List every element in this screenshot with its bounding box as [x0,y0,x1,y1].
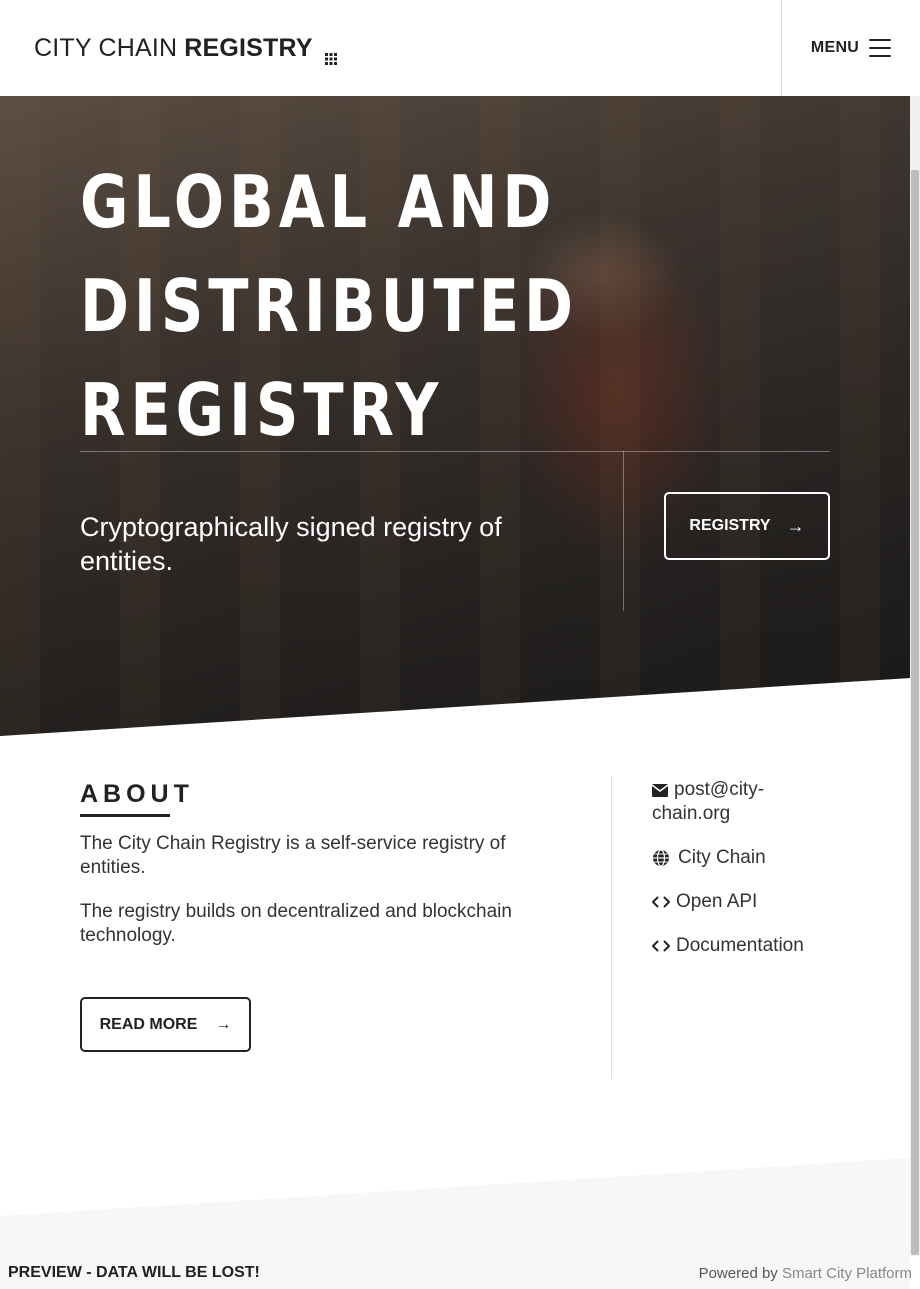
about-heading-underline [80,814,170,817]
about-paragraph: The City Chain Registry is a self-servic… [80,833,506,878]
envelope-icon [652,778,674,802]
registry-button-label: REGISTRY [689,517,771,534]
brand-name-bold: REGISTRY [184,34,313,62]
hero-title-line: GLOBAL AND [80,160,557,244]
hero-divider-vertical [623,451,624,611]
hero-title: GLOBAL AND DISTRIBUTED REGISTRY [80,150,578,462]
city-chain-link[interactable]: City Chain [652,846,832,870]
brand-logo[interactable]: CITY CHAIN REGISTRY [34,34,337,65]
menu-label: MENU [810,39,860,56]
powered-by: Powered by Smart City Platform [699,1265,912,1282]
registry-button[interactable]: REGISTRY → [664,492,830,560]
city-chain-text: City Chain [678,847,766,868]
hamburger-icon [869,39,892,57]
globe-icon [652,846,674,870]
menu-button[interactable]: MENU [781,0,920,96]
open-api-link[interactable]: Open API [652,890,832,914]
code-icon [652,890,674,914]
read-more-button[interactable]: READ MORE → [80,997,251,1052]
platform-link[interactable]: Smart City Platform [782,1265,912,1282]
about-heading: ABOUT [80,780,194,808]
brand-name-light: CITY CHAIN [34,34,178,62]
grid-icon [324,43,337,65]
contact-links: post@city-chain.org City Chain Open API … [652,778,832,978]
about-paragraph: The registry builds on decentralized and… [80,901,512,946]
powered-by-text: Powered by [698,1265,778,1282]
hero-title-line: REGISTRY [80,368,444,452]
preview-warning: PREVIEW - DATA WILL BE LOST! [8,1264,260,1281]
site-header: CITY CHAIN REGISTRY MENU [0,0,920,96]
documentation-text: Documentation [676,935,804,956]
about-divider [611,776,612,1079]
arrow-right-icon: → [786,515,805,536]
hero-subtitle: Cryptographically signed registry of ent… [80,512,502,576]
documentation-link[interactable]: Documentation [652,934,832,958]
email-link[interactable]: post@city-chain.org [652,778,832,826]
hero-title-line: DISTRIBUTED [80,264,578,348]
read-more-label: READ MORE [99,1015,198,1033]
code-icon [652,934,674,958]
scrollbar-thumb[interactable] [911,170,919,1255]
open-api-text: Open API [676,891,758,912]
arrow-right-icon: → [215,1015,232,1033]
hero-divider-horizontal [80,451,830,452]
